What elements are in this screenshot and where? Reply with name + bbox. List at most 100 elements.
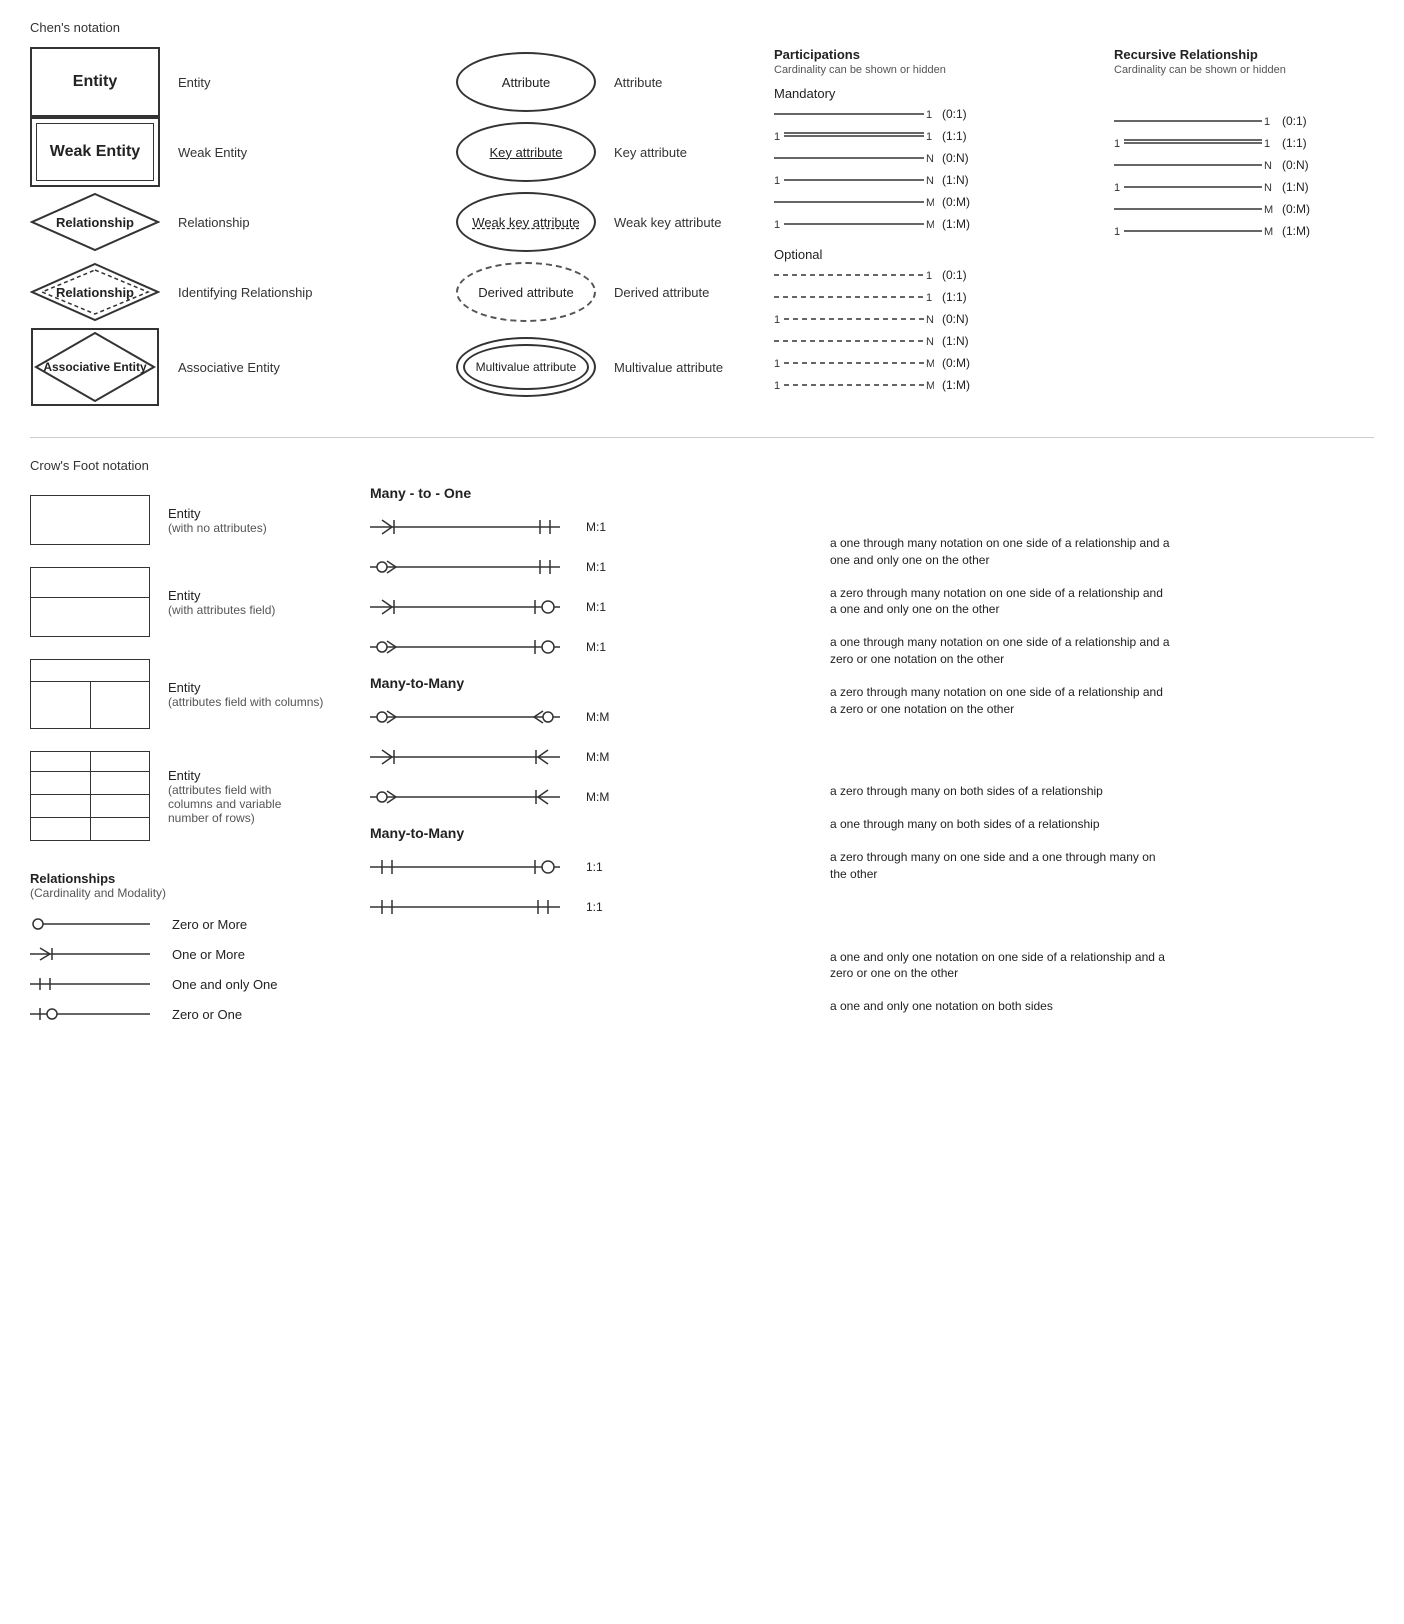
cf-entity-attr-row: Entity (with attributes field) (30, 567, 330, 637)
cf-rel-m1-3: M:1 (370, 595, 810, 619)
svg-text:1: 1 (1264, 116, 1270, 128)
page: Chen's notation Entity Entity Weak Entit… (0, 0, 1404, 1054)
attribute-desc: Attribute (614, 75, 744, 90)
card-01-mandatory: (0:1) (942, 107, 967, 121)
cf-rel-m1-4: M:1 (370, 635, 810, 659)
weak-key-attribute-shape: Weak key attribute (456, 192, 596, 252)
card-0m-optional: (0:M) (942, 356, 970, 370)
recur-row-0m: M (0:M) (1114, 200, 1374, 218)
card-1n-mandatory: (1:N) (942, 173, 969, 187)
recur-row-0n: N (0:N) (1114, 156, 1374, 174)
svg-text:N: N (926, 153, 934, 165)
cf-entity-simple (30, 495, 150, 545)
chens-row-entity: Entity Entity (30, 47, 446, 117)
associative-entity-shape: Associative Entity (30, 327, 160, 407)
cf-rel-m1-1: M:1 (370, 515, 810, 539)
rel-legend-subtitle: (Cardinality and Modality) (30, 886, 330, 900)
mm-desc-1: a zero through many on both sides of a r… (830, 783, 1170, 800)
part-row-1m-optional: 1 M (1:M) (774, 376, 1094, 394)
svg-text:M: M (926, 219, 934, 231)
rel-one-or-more-label: One or More (172, 947, 245, 962)
cf-entity-simple-sublabel: (with no attributes) (168, 521, 267, 535)
svg-text:M: M (926, 197, 934, 209)
rel-zero-or-more: Zero or More (30, 914, 330, 934)
card-0n-mandatory: (0:N) (942, 151, 969, 165)
derived-attribute-shape: Derived attribute (456, 262, 596, 322)
attr-row-weak-key: Weak key attribute Weak key attribute (456, 187, 744, 257)
rel-one-and-only-label: One and only One (172, 977, 278, 992)
mm-ratio-1: M:M (586, 710, 609, 724)
weak-key-desc: Weak key attribute (614, 215, 744, 230)
svg-text:1: 1 (774, 175, 780, 187)
multivalue-label: Multivalue attribute (476, 360, 577, 374)
11-ratio-2: 1:1 (586, 900, 603, 914)
recur-row-1n: 1 N (1:N) (1114, 178, 1374, 196)
rel-zero-or-one: Zero or One (30, 1004, 330, 1024)
cf-rel-m1-2: M:1 (370, 555, 810, 579)
cf-entity-rows-row: Entity (attributes field with columns an… (30, 751, 330, 841)
m1-desc-4: a zero through many notation on one side… (830, 684, 1170, 718)
attr-row-key: Key attribute Key attribute (456, 117, 744, 187)
cf-rel-mm-1: M:M (370, 705, 810, 729)
11-desc-2: a one and only one notation on both side… (830, 998, 1170, 1015)
svg-text:M: M (926, 358, 934, 370)
card-1m-mandatory: (1:M) (942, 217, 970, 231)
svg-text:N: N (926, 336, 934, 348)
mm-ratio-2: M:M (586, 750, 609, 764)
recur-row-01: 1 (0:1) (1114, 112, 1374, 130)
svg-text:1: 1 (926, 292, 932, 304)
svg-text:1: 1 (926, 109, 932, 121)
recur-card-0n: (0:N) (1282, 158, 1309, 172)
recur-row-11: 1 1 (1:1) (1114, 134, 1374, 152)
mm-desc-2: a one through many on both sides of a re… (830, 816, 1170, 833)
svg-text:1: 1 (774, 380, 780, 392)
rel-one-or-more: One or More (30, 944, 330, 964)
card-0n-optional: (0:N) (942, 312, 969, 326)
attr-row-derived: Derived attribute Derived attribute (456, 257, 744, 327)
recursive-title: Recursive Relationship (1114, 47, 1374, 62)
svg-text:1: 1 (926, 131, 932, 143)
cf-entity-attr-label: Entity (168, 588, 275, 603)
m1-desc-1: a one through many notation on one side … (830, 535, 1170, 569)
svg-text:M: M (1264, 204, 1273, 216)
relationship-shape: Relationship (30, 192, 160, 252)
identifying-desc: Identifying Relationship (178, 285, 312, 300)
entity-desc: Entity (178, 75, 308, 90)
svg-text:1: 1 (774, 131, 780, 143)
recur-card-01: (0:1) (1282, 114, 1307, 128)
part-row-1m-mandatory: 1 M (1:M) (774, 215, 1094, 233)
part-row-0m-mandatory: M (0:M) (774, 193, 1094, 211)
svg-text:N: N (926, 175, 934, 187)
cf-entity-cols-sublabel: (attributes field with columns) (168, 695, 323, 709)
chens-row-identifying: Relationship Identifying Relationship (30, 257, 446, 327)
chens-row-associative: Associative Entity Associative Entity (30, 327, 446, 407)
weak-entity-shape: Weak Entity (30, 117, 160, 187)
recursive-subtitle: Cardinality can be shown or hidden (1114, 64, 1374, 76)
associative-desc: Associative Entity (178, 360, 308, 375)
part-row-1n-mandatory: 1 N (1:N) (774, 171, 1094, 189)
derived-desc: Derived attribute (614, 285, 744, 300)
weak-entity-label: Weak Entity (50, 143, 140, 161)
card-11-mandatory: (1:1) (942, 129, 967, 143)
attr-row-multi: Multivalue attribute Multivalue attribut… (456, 327, 744, 407)
entity-shape: Entity (30, 47, 160, 117)
cf-entity-cols (30, 659, 150, 729)
multivalue-attribute-shape: Multivalue attribute (456, 337, 596, 397)
key-attribute-label: Key attribute (490, 145, 563, 160)
part-row-11-mandatory: 1 1 (1:1) (774, 127, 1094, 145)
attribute-shape-label: Attribute (502, 75, 550, 90)
many-to-many-title: Many-to-Many (370, 675, 810, 691)
attribute-shape: Attribute (456, 52, 596, 112)
svg-text:1: 1 (1114, 226, 1120, 238)
mm-desc-3: a zero through many on one side and a on… (830, 849, 1170, 883)
participations-subtitle: Cardinality can be shown or hidden (774, 64, 1094, 76)
attr-row-attribute: Attribute Attribute (456, 47, 744, 117)
crows-title: Crow's Foot notation (30, 458, 1374, 473)
svg-text:1: 1 (1114, 138, 1120, 150)
svg-text:1: 1 (1114, 182, 1120, 194)
recur-row-1m: 1 M (1:M) (1114, 222, 1374, 240)
part-row-01-optional: 1 (0:1) (774, 266, 1094, 284)
svg-text:N: N (1264, 160, 1272, 172)
cf-entity-simple-label: Entity (168, 506, 267, 521)
cf-entity-cols-row: Entity (attributes field with columns) (30, 659, 330, 729)
